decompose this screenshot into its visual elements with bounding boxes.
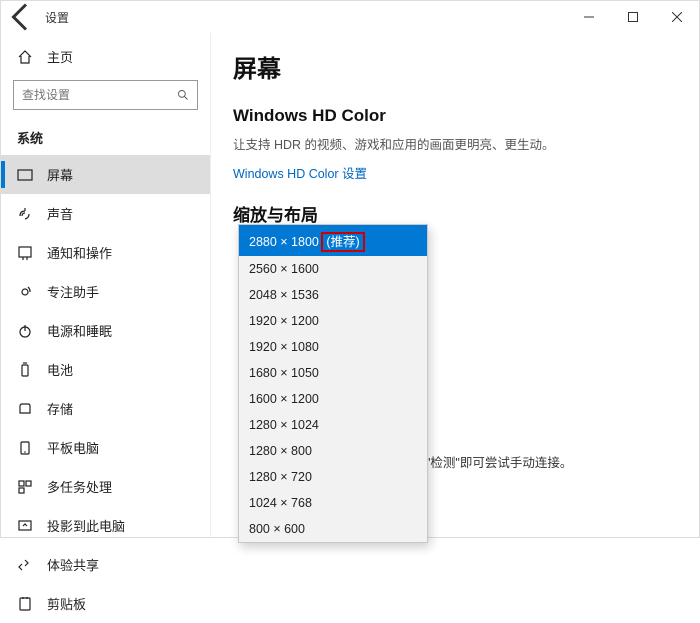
- nav-item[interactable]: 专注助手: [1, 272, 210, 311]
- nav-label: 平板电脑: [47, 438, 99, 457]
- back-button[interactable]: [1, 1, 41, 33]
- home-icon: [17, 49, 33, 65]
- dropdown-option[interactable]: 1920 × 1080: [239, 334, 427, 360]
- page-title: 屏幕: [233, 49, 677, 84]
- dropdown-option[interactable]: 1280 × 720: [239, 464, 427, 490]
- nav-item[interactable]: 存储: [1, 389, 210, 428]
- nav-icon: [17, 245, 33, 261]
- nav-label: 声音: [47, 204, 73, 223]
- nav-icon: [17, 362, 33, 378]
- dropdown-option[interactable]: 800 × 600: [239, 516, 427, 542]
- nav-item[interactable]: 电源和睡眠: [1, 311, 210, 350]
- nav-item[interactable]: 剪贴板: [1, 584, 210, 623]
- nav-icon: [17, 401, 33, 417]
- nav-label: 多任务处理: [47, 477, 112, 496]
- nav-label: 剪贴板: [47, 594, 86, 613]
- nav-icon: [17, 518, 33, 534]
- window-title: 设置: [45, 9, 69, 26]
- hd-color-title: Windows HD Color: [233, 106, 677, 126]
- dropdown-option[interactable]: 1280 × 800: [239, 438, 427, 464]
- nav-icon: [17, 167, 33, 183]
- nav-label: 存储: [47, 399, 73, 418]
- nav-icon: [17, 284, 33, 300]
- nav-label: 屏幕: [47, 165, 73, 184]
- dropdown-option[interactable]: 2048 × 1536: [239, 282, 427, 308]
- nav-item[interactable]: 电池: [1, 350, 210, 389]
- search-icon: [177, 88, 189, 102]
- nav-item[interactable]: 通知和操作: [1, 233, 210, 272]
- nav-label: 通知和操作: [47, 243, 112, 262]
- dropdown-option-selected[interactable]: 2880 × 1800 (推荐): [239, 225, 427, 256]
- nav-label: 体验共享: [47, 555, 99, 574]
- nav-icon: [17, 557, 33, 573]
- dropdown-option[interactable]: 1680 × 1050: [239, 360, 427, 386]
- nav-label: 电源和睡眠: [47, 321, 112, 340]
- nav-item[interactable]: 多任务处理: [1, 467, 210, 506]
- nav-item[interactable]: 平板电脑: [1, 428, 210, 467]
- dropdown-option[interactable]: 1280 × 1024: [239, 412, 427, 438]
- nav-item[interactable]: 体验共享: [1, 545, 210, 584]
- dropdown-option[interactable]: 1920 × 1200: [239, 308, 427, 334]
- search-box[interactable]: [13, 80, 198, 110]
- nav-icon: [17, 596, 33, 612]
- minimize-button[interactable]: [567, 1, 611, 33]
- nav-list: 屏幕声音通知和操作专注助手电源和睡眠电池存储平板电脑多任务处理投影到此电脑体验共…: [1, 155, 210, 623]
- nav-icon: [17, 440, 33, 456]
- home-button[interactable]: 主页: [1, 39, 210, 74]
- nav-icon: [17, 206, 33, 222]
- maximize-button[interactable]: [611, 1, 655, 33]
- titlebar: 设置: [1, 1, 699, 33]
- nav-item[interactable]: 屏幕: [1, 155, 210, 194]
- nav-item[interactable]: 投影到此电脑: [1, 506, 210, 545]
- dropdown-option[interactable]: 2560 × 1600: [239, 256, 427, 282]
- close-button[interactable]: [655, 1, 699, 33]
- dropdown-option[interactable]: 1600 × 1200: [239, 386, 427, 412]
- dropdown-option[interactable]: 1024 × 768: [239, 490, 427, 516]
- section-label: 系统: [1, 120, 210, 155]
- nav-icon: [17, 323, 33, 339]
- home-label: 主页: [47, 47, 73, 66]
- scale-layout-title: 缩放与布局: [233, 201, 677, 226]
- nav-icon: [17, 479, 33, 495]
- nav-label: 专注助手: [47, 282, 99, 301]
- nav-label: 投影到此电脑: [47, 516, 125, 535]
- nav-label: 电池: [47, 360, 73, 379]
- hd-color-desc: 让支持 HDR 的视频、游戏和应用的画面更明亮、更生动。: [233, 134, 677, 153]
- nav-item[interactable]: 声音: [1, 194, 210, 233]
- sidebar: 主页 系统 屏幕声音通知和操作专注助手电源和睡眠电池存储平板电脑多任务处理投影到…: [1, 33, 211, 537]
- resolution-dropdown[interactable]: 2880 × 1800 (推荐)2560 × 16002048 × 153619…: [238, 224, 428, 543]
- search-input[interactable]: [22, 88, 177, 102]
- hd-color-link[interactable]: Windows HD Color 设置: [233, 163, 367, 182]
- detect-hint: "检测"即可尝试手动连接。: [426, 452, 572, 471]
